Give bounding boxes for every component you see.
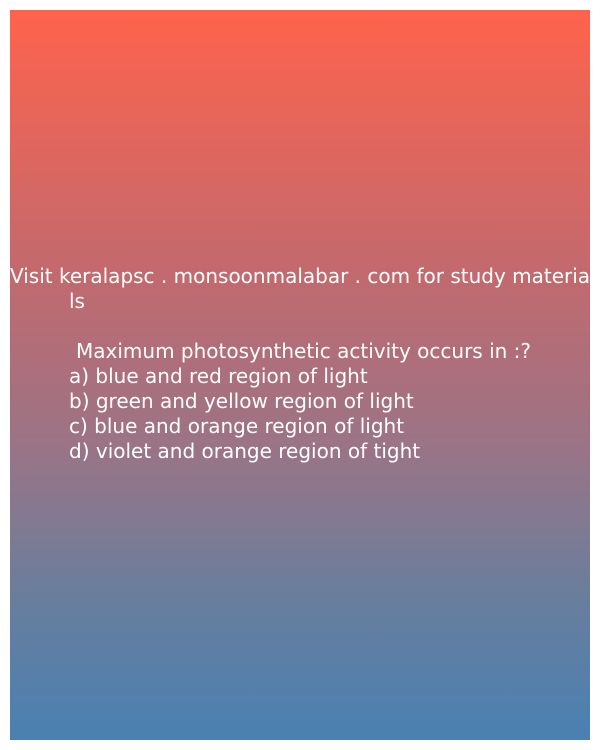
question-card: Visit keralapsc . monsoonmalabar . com f… bbox=[10, 10, 590, 740]
option-b: b) green and yellow region of light bbox=[69, 389, 414, 413]
promo-line-1: Visit keralapsc . monsoonmalabar . com f… bbox=[10, 264, 590, 288]
text-block: Visit keralapsc . monsoonmalabar . com f… bbox=[10, 264, 590, 464]
promo-line-2: ls bbox=[69, 289, 85, 313]
option-c: c) blue and orange region of light bbox=[69, 414, 405, 438]
option-a: a) blue and red region of light bbox=[69, 364, 368, 388]
option-d: d) violet and orange region of tight bbox=[69, 439, 421, 463]
question-text: Maximum photosynthetic activity occurs i… bbox=[76, 339, 532, 363]
